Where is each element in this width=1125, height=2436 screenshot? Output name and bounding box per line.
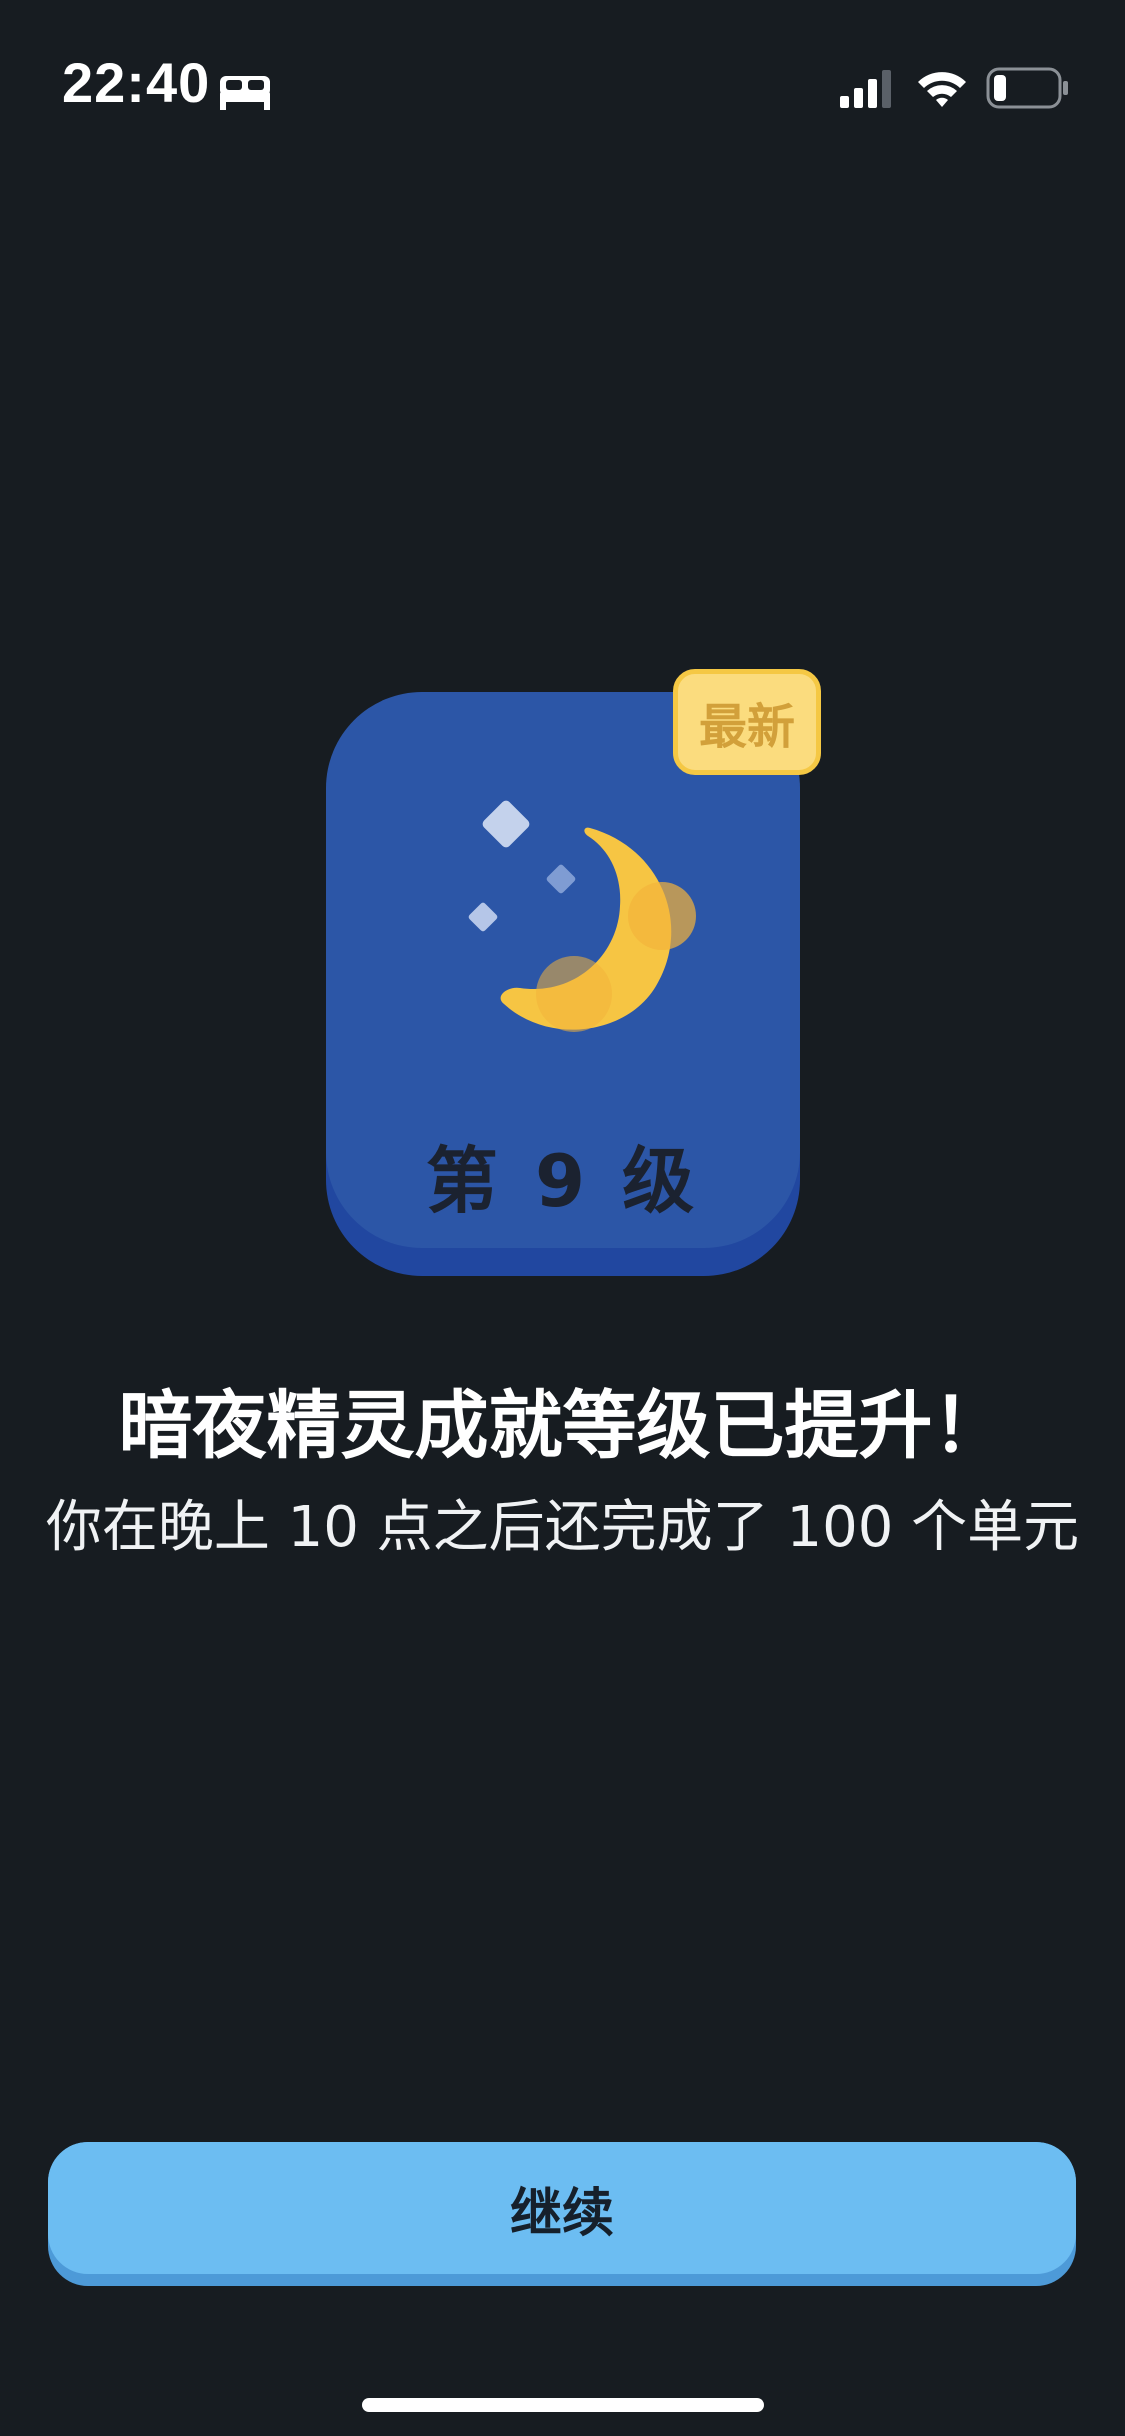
battery-icon <box>986 67 1068 109</box>
badge-card: 第 9 级 <box>326 692 800 1248</box>
continue-button-label: 继续 <box>48 2142 1076 2274</box>
continue-button[interactable]: 继续 <box>48 2142 1076 2286</box>
new-tag: 最新 <box>673 669 821 775</box>
badge-level-label: 第 9 级 <box>425 1139 701 1223</box>
home-indicator[interactable] <box>362 2398 764 2412</box>
achievement-description: 你在晚上 10 点之后还完成了 100 个单元 <box>45 1495 1080 1560</box>
bed-icon <box>220 76 270 110</box>
moon-icon <box>468 800 696 1032</box>
status-time: 22:40 <box>62 51 211 114</box>
wifi-icon <box>918 72 966 107</box>
signal-icon <box>840 70 891 108</box>
achievement-title: 暗夜精灵成就等级已提升！ <box>118 1383 1007 1469</box>
status-bar: 22:40 <box>0 0 1125 140</box>
achievement-badge: 第 9 级 <box>326 692 800 1276</box>
